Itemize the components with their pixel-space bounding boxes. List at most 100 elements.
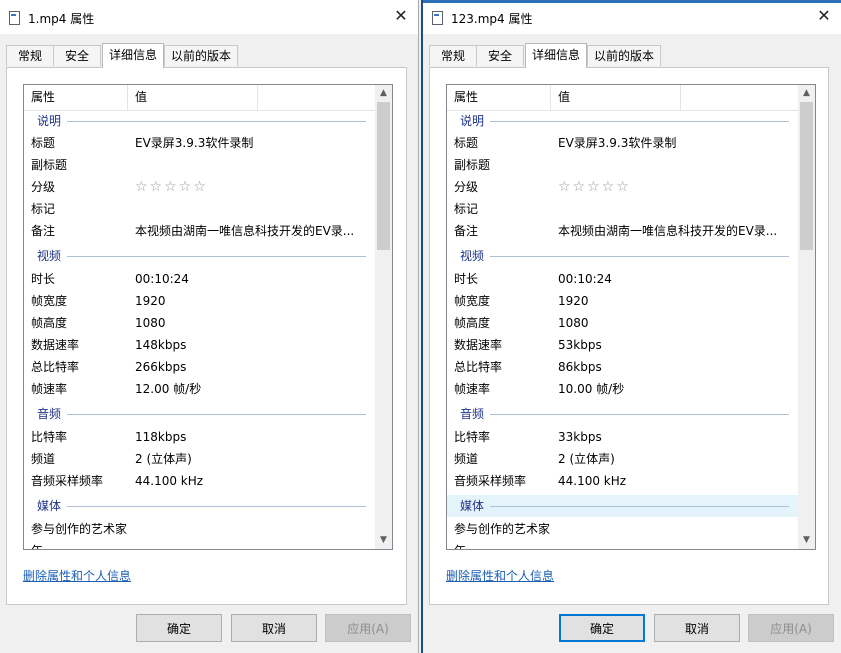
group-media[interactable]: 媒体 [447,495,799,517]
scrollbar-thumb[interactable] [800,102,813,250]
property-value: 266kbps [135,360,187,374]
column-header-value[interactable]: 值 [128,85,258,110]
group-description[interactable]: 说明 [24,110,376,132]
column-header-property[interactable]: 属性 [447,85,551,110]
property-value: 2 (立体声) [135,452,192,466]
ok-button[interactable]: 确定 [136,614,222,642]
row-comments[interactable]: 备注 本视频由湖南一唯信息科技开发的EV录... [24,220,376,242]
property-name: 年 [31,540,43,549]
group-audio[interactable]: 音频 [24,403,376,425]
group-description[interactable]: 说明 [447,110,799,132]
rating-stars-icon[interactable]: ☆☆☆☆☆ [558,176,631,198]
row-data-rate[interactable]: 数据速率 53kbps [447,334,799,356]
tab-previous-versions[interactable]: 以前的版本 [164,45,238,66]
property-value: 44.100 kHz [558,474,627,488]
property-name: 副标题 [31,158,68,172]
property-value: 1080 [135,316,166,330]
row-year[interactable]: 年 [24,540,376,549]
row-frame-rate[interactable]: 帧速率 10.00 帧/秒 [447,378,799,400]
row-frame-rate[interactable]: 帧速率 12.00 帧/秒 [24,378,376,400]
row-duration[interactable]: 时长 00:10:24 [447,268,799,290]
row-contributing-artists[interactable]: 参与创作的艺术家 [24,518,376,540]
tab-previous-versions[interactable]: 以前的版本 [587,45,661,66]
property-name: 帧宽度 [454,294,491,308]
row-channels[interactable]: 频道 2 (立体声) [24,448,376,470]
group-video[interactable]: 视频 [24,245,376,267]
group-label: 视频 [460,249,485,263]
row-comments[interactable]: 备注 本视频由湖南一唯信息科技开发的EV录... [447,220,799,242]
row-duration[interactable]: 时长 00:10:24 [24,268,376,290]
property-value: 1080 [558,316,589,330]
chevron-up-icon[interactable]: ▲ [798,85,815,102]
group-divider [67,256,366,257]
row-title[interactable]: 标题 EV录屏3.9.3软件录制 [24,132,376,154]
group-divider [67,506,366,507]
rating-stars-icon[interactable]: ☆☆☆☆☆ [135,176,208,198]
tab-details[interactable]: 详细信息 [525,43,587,68]
row-sample-rate[interactable]: 音频采样频率 44.100 kHz [24,470,376,492]
vertical-scrollbar[interactable]: ▲ ▼ [375,85,392,549]
chevron-down-icon[interactable]: ▼ [375,532,392,549]
property-name: 时长 [31,272,56,286]
group-label: 音频 [460,407,485,421]
row-total-bitrate[interactable]: 总比特率 86kbps [447,356,799,378]
scrollbar-thumb[interactable] [377,102,390,250]
tab-security[interactable]: 安全 [53,45,101,66]
row-tags[interactable]: 标记 [447,198,799,220]
remove-properties-link[interactable]: 删除属性和个人信息 [23,567,131,584]
tab-general[interactable]: 常规 [6,45,54,66]
properties-list[interactable]: 属性 值 说明 标题 EV录屏3.9.3软件录制 副标题 分级 ☆☆☆☆☆ 标记 [23,84,393,550]
cancel-button[interactable]: 取消 [231,614,317,642]
row-sample-rate[interactable]: 音频采样频率 44.100 kHz [447,470,799,492]
group-divider [490,506,789,507]
property-name: 帧高度 [31,316,68,330]
property-value: 86kbps [558,360,602,374]
group-media[interactable]: 媒体 [24,495,376,517]
group-video[interactable]: 视频 [447,245,799,267]
cancel-button[interactable]: 取消 [654,614,740,642]
row-year[interactable]: 年 [447,540,799,549]
property-name: 总比特率 [31,360,80,374]
row-subtitle[interactable]: 副标题 [447,154,799,176]
column-header-property[interactable]: 属性 [24,85,128,110]
tab-details[interactable]: 详细信息 [102,43,164,68]
row-frame-height[interactable]: 帧高度 1080 [24,312,376,334]
group-label: 视频 [37,249,62,263]
row-audio-bitrate[interactable]: 比特率 33kbps [447,426,799,448]
row-total-bitrate[interactable]: 总比特率 266kbps [24,356,376,378]
apply-button[interactable]: 应用(A) [325,614,411,642]
property-name: 总比特率 [454,360,503,374]
row-contributing-artists[interactable]: 参与创作的艺术家 [447,518,799,540]
remove-properties-link[interactable]: 删除属性和个人信息 [446,567,554,584]
group-divider [490,414,789,415]
column-header-value[interactable]: 值 [551,85,681,110]
group-audio[interactable]: 音频 [447,403,799,425]
property-value: 44.100 kHz [135,474,204,488]
tab-security[interactable]: 安全 [476,45,524,66]
row-frame-height[interactable]: 帧高度 1080 [447,312,799,334]
row-frame-width[interactable]: 帧宽度 1920 [447,290,799,312]
close-button[interactable]: ✕ [807,0,841,34]
title-bar: 123.mp4 属性 ✕ [423,0,841,34]
vertical-scrollbar[interactable]: ▲ ▼ [798,85,815,549]
properties-list[interactable]: 属性 值 说明 标题 EV录屏3.9.3软件录制 副标题 分级 ☆☆☆☆☆ 标记 [446,84,816,550]
row-rating[interactable]: 分级 ☆☆☆☆☆ [24,176,376,198]
row-channels[interactable]: 频道 2 (立体声) [447,448,799,470]
row-tags[interactable]: 标记 [24,198,376,220]
row-subtitle[interactable]: 副标题 [24,154,376,176]
property-name: 频道 [31,452,56,466]
row-audio-bitrate[interactable]: 比特率 118kbps [24,426,376,448]
group-label: 媒体 [460,499,485,513]
row-title[interactable]: 标题 EV录屏3.9.3软件录制 [447,132,799,154]
chevron-up-icon[interactable]: ▲ [375,85,392,102]
group-label: 媒体 [37,499,62,513]
tab-general[interactable]: 常规 [429,45,477,66]
row-frame-width[interactable]: 帧宽度 1920 [24,290,376,312]
chevron-down-icon[interactable]: ▼ [798,532,815,549]
property-name: 分级 [31,180,56,194]
row-rating[interactable]: 分级 ☆☆☆☆☆ [447,176,799,198]
close-button[interactable]: ✕ [384,0,418,34]
row-data-rate[interactable]: 数据速率 148kbps [24,334,376,356]
apply-button[interactable]: 应用(A) [748,614,834,642]
ok-button[interactable]: 确定 [559,614,645,642]
